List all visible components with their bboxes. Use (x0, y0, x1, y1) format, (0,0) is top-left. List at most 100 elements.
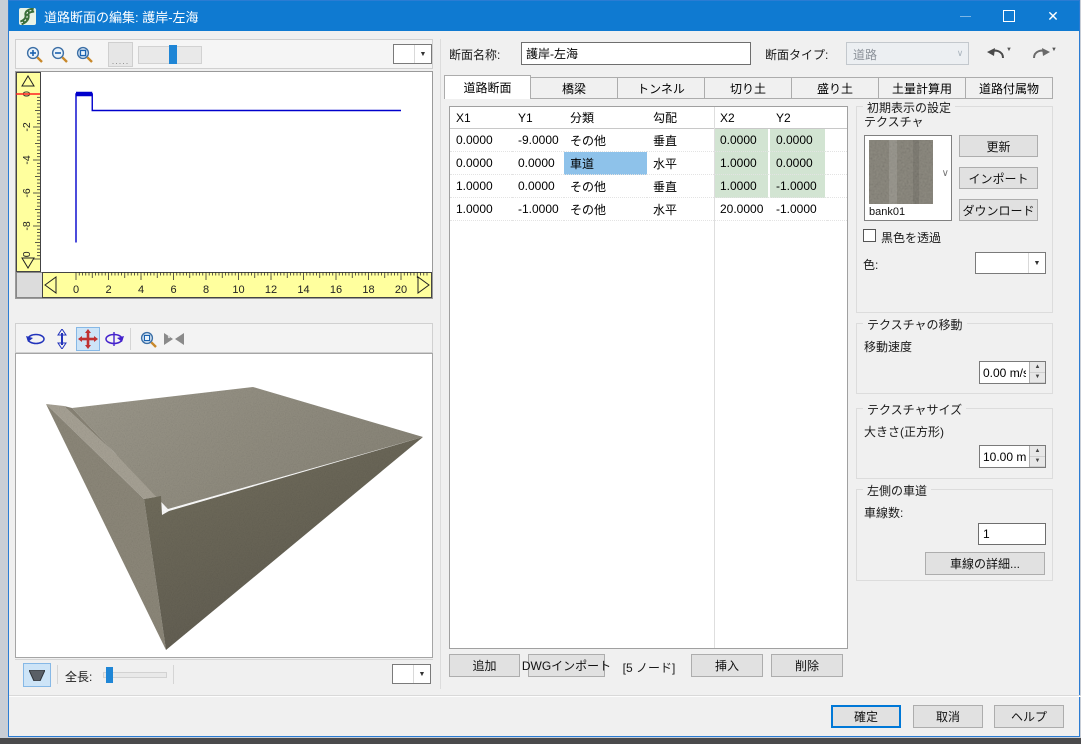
cell-x2[interactable]: 1.0000 (714, 152, 770, 175)
lane-details-button[interactable]: 車線の詳細... (925, 552, 1045, 575)
update-button[interactable]: 更新 (959, 135, 1038, 157)
cell-x1[interactable]: 0.0000 (450, 152, 512, 175)
redo-button[interactable] (1029, 41, 1052, 64)
cell-y2[interactable]: -1.0000 (770, 175, 827, 198)
tab-earthwork[interactable]: 土量計算用 (879, 77, 966, 99)
cell-y1[interactable]: -9.0000 (512, 129, 564, 152)
cell-y2[interactable]: -1.0000 (770, 198, 827, 221)
col-class[interactable]: 分類 (564, 107, 647, 128)
maximize-button[interactable] (987, 1, 1031, 31)
col-slope[interactable]: 勾配 (647, 107, 714, 128)
cell-y1[interactable]: 0.0000 (512, 152, 564, 175)
cell-x2[interactable]: 20.0000 (714, 198, 770, 221)
section-name-input[interactable] (521, 42, 751, 65)
undo-button[interactable] (984, 41, 1007, 64)
spin-down-icon[interactable]: ▼ (1030, 457, 1045, 468)
cell-class-selected[interactable]: 車道 (564, 152, 647, 175)
tab-road-accessories[interactable]: 道路付属物 (966, 77, 1053, 99)
cell-y2[interactable]: 0.0000 (770, 152, 827, 175)
texture-size-input[interactable] (980, 446, 1029, 467)
zoom-fit-button[interactable] (73, 43, 96, 66)
cell-slope[interactable]: 垂直 (647, 175, 714, 198)
cell-y2[interactable]: 0.0000 (770, 129, 827, 152)
table-row[interactable]: 0.0000 -9.0000 その他 垂直 0.0000 0.0000 (450, 129, 847, 152)
table-row[interactable]: 1.0000 -1.0000 その他 水平 20.0000 -1.0000 (450, 198, 847, 221)
minimize-button[interactable] (943, 1, 987, 31)
zoom-in-button[interactable] (23, 43, 46, 66)
close-button[interactable]: ✕ (1031, 1, 1075, 31)
move-speed-spinner[interactable]: ▲▼ (979, 361, 1046, 384)
color-swatch (393, 665, 413, 683)
tab-fill[interactable]: 盛り土 (792, 77, 879, 99)
camera-view-icon (163, 331, 185, 347)
grid-options-button[interactable]: ..... (108, 42, 133, 67)
full-length-slider[interactable] (103, 672, 167, 678)
cell-class[interactable]: その他 (564, 198, 647, 221)
table-row[interactable]: 0.0000 0.0000 車道 水平 1.0000 0.0000 (450, 152, 847, 175)
tab-bridge[interactable]: 橋梁 (531, 77, 618, 99)
redo-dropdown-caret[interactable]: ▼ (1051, 47, 1057, 53)
cell-y1[interactable]: 0.0000 (512, 175, 564, 198)
add-button[interactable]: 追加 (449, 654, 520, 677)
title-bar[interactable]: 道路断面の編集: 護岸-左海 ✕ (9, 1, 1079, 31)
camera-view-button[interactable] (162, 327, 186, 351)
color-swatch (394, 45, 414, 63)
chevron-down-icon[interactable]: ∨ (942, 168, 949, 179)
ok-button[interactable]: 確定 (831, 705, 901, 728)
cancel-button[interactable]: 取消 (913, 705, 983, 728)
tab-tunnel[interactable]: トンネル (618, 77, 705, 99)
cell-class[interactable]: その他 (564, 175, 647, 198)
display-color-dropdown[interactable]: ▼ (975, 252, 1046, 274)
import-button[interactable]: インポート (959, 167, 1038, 189)
cell-x1[interactable]: 0.0000 (450, 129, 512, 152)
texture-selector[interactable]: ∨ bank01 (864, 135, 952, 221)
view-cone-button[interactable] (23, 663, 51, 687)
zoom-region-button[interactable] (136, 327, 160, 351)
cell-slope[interactable]: 水平 (647, 152, 714, 175)
cell-x1[interactable]: 1.0000 (450, 198, 512, 221)
undo-dropdown-caret[interactable]: ▼ (1006, 47, 1012, 53)
help-button[interactable]: ヘルプ (994, 705, 1064, 728)
tab-road-section[interactable]: 道路断面 (444, 75, 531, 99)
col-y2[interactable]: Y2 (770, 107, 827, 128)
col-x1[interactable]: X1 (450, 107, 512, 128)
zoom-out-button[interactable] (48, 43, 71, 66)
rotate-view-button[interactable] (102, 327, 126, 351)
lane-count-input[interactable] (978, 523, 1046, 545)
cell-class[interactable]: その他 (564, 129, 647, 152)
dwg-import-button[interactable]: DWGインポート (528, 654, 605, 677)
section-type-dropdown[interactable]: 道路 ∨ (846, 42, 969, 65)
spin-up-icon[interactable]: ▲ (1030, 446, 1045, 457)
cell-y1[interactable]: -1.0000 (512, 198, 564, 221)
cross-section-canvas[interactable]: 0-2-4-6-8-1002468101214161820 (16, 72, 432, 298)
full-length-slider-handle[interactable] (106, 667, 113, 683)
orbit-button[interactable] (24, 327, 48, 351)
delete-button[interactable]: 削除 (771, 654, 843, 677)
cell-slope[interactable]: 垂直 (647, 129, 714, 152)
spin-down-icon[interactable]: ▼ (1030, 373, 1045, 384)
pan-button[interactable] (76, 327, 100, 351)
col-y1[interactable]: Y1 (512, 107, 564, 128)
table-row[interactable]: 1.0000 0.0000 その他 垂直 1.0000 -1.0000 (450, 175, 847, 198)
cell-x1[interactable]: 1.0000 (450, 175, 512, 198)
section-type-label: 断面タイプ: (765, 46, 828, 63)
background-color-dropdown[interactable]: ▼ (393, 44, 432, 64)
cell-x2[interactable]: 1.0000 (714, 175, 770, 198)
model-color-dropdown[interactable]: ▼ (392, 664, 431, 684)
viewport-3d[interactable] (15, 353, 433, 658)
col-x2[interactable]: X2 (714, 107, 770, 128)
segment-table[interactable]: X1 Y1 分類 勾配 X2 Y2 0.0000 -9.0000 その他 垂直 … (449, 106, 848, 649)
download-button[interactable]: ダウンロード (959, 199, 1038, 221)
tilt-button[interactable] (50, 327, 74, 351)
cell-slope[interactable]: 水平 (647, 198, 714, 221)
tab-cut[interactable]: 切り土 (705, 77, 792, 99)
texture-size-spinner[interactable]: ▲▼ (979, 445, 1046, 468)
spin-up-icon[interactable]: ▲ (1030, 362, 1045, 373)
move-speed-input[interactable] (980, 362, 1029, 383)
cell-x2[interactable]: 0.0000 (714, 129, 770, 152)
zoom-slider[interactable] (138, 46, 202, 64)
insert-button[interactable]: 挿入 (691, 654, 763, 677)
zoom-slider-handle[interactable] (169, 45, 177, 64)
cross-section-view[interactable]: 0-2-4-6-8-1002468101214161820 (15, 71, 433, 299)
transparent-black-checkbox[interactable] (863, 229, 876, 242)
